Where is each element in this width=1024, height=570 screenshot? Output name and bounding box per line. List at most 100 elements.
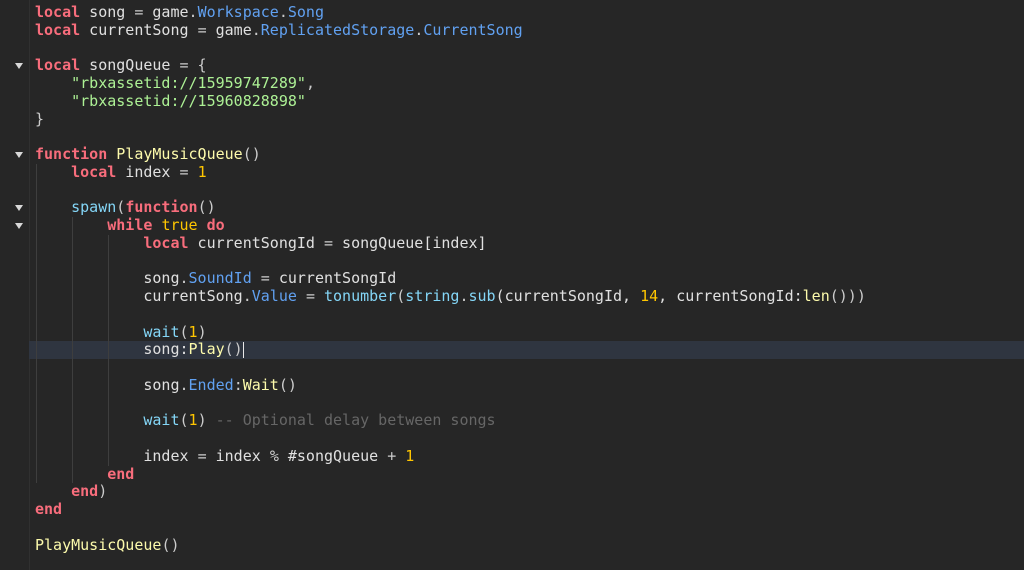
code-token: Wait [242,375,279,394]
code-line[interactable]: wait(1) -- Optional delay between songs [35,411,1024,430]
code-token: ( [179,322,189,341]
code-token: Workspace [197,3,279,21]
code-token: . [179,375,189,394]
code-token: while [107,216,153,234]
code-token: string [405,287,460,305]
indent-guide [36,163,37,484]
code-token: = [324,233,334,252]
code-token: { [188,56,207,75]
code-token: len [802,287,830,305]
code-token: sub [468,287,496,305]
code-token: () [197,198,216,217]
code-token: , currentSongId: [658,287,803,305]
code-token: . [179,269,189,288]
code-line[interactable]: end [35,465,1024,484]
code-token: game [143,3,189,21]
code-token: . [188,3,198,21]
code-line[interactable]: local song = game.Workspace.Song [35,3,1024,22]
code-token: Ended [188,375,234,394]
code-token: songQueue [80,56,180,75]
code-line[interactable]: end [35,500,1024,519]
code-line[interactable] [35,182,1024,200]
code-line[interactable]: end) [35,482,1024,501]
code-token: local [143,233,189,252]
code-line[interactable] [35,306,1024,324]
code-token: end [71,482,99,501]
code-line[interactable]: local currentSongId = songQueue[index] [35,233,1024,253]
code-line[interactable]: } [35,110,1024,129]
code-token: currentSong [35,287,243,305]
code-token: ())) [829,287,866,305]
code-token: 14 [640,287,659,305]
code-token: ( [396,287,406,305]
code-token: . [251,20,261,39]
code-line[interactable] [35,430,1024,448]
code-line[interactable] [35,128,1024,146]
fold-arrow-icon[interactable] [15,223,23,229]
code-token: local [71,162,117,181]
code-token: ) [197,411,216,430]
code-token: currentSong [80,20,198,39]
code-line[interactable] [35,40,1024,58]
code-line[interactable] [35,359,1024,377]
code-line[interactable]: index = index % #songQueue + 1 [35,446,1024,466]
code-token: (currentSongId, [495,287,641,305]
code-token: wait [143,411,180,430]
code-token: () [242,145,261,163]
code-line[interactable] [35,395,1024,413]
code-line[interactable]: song:Play() [29,340,1024,359]
code-token: Value [251,287,297,305]
code-token: ) [98,482,108,501]
code-token: wait [143,322,180,341]
code-token: local [35,56,81,75]
code-token: songQueue[index] [333,233,487,252]
code-line[interactable]: "rbxassetid://15960828898" [35,92,1024,111]
code-token: . [278,3,288,21]
code-line[interactable] [35,253,1024,271]
code-token: currentSongId [188,233,324,252]
code-token: song [80,3,135,21]
editor-gutter [0,0,30,570]
code-area[interactable]: local song = game.Workspace.Song local cu… [29,3,1024,555]
code-line[interactable]: local index = 1 [35,162,1024,182]
code-token: tonumber [324,287,397,305]
code-token: = [260,269,270,288]
code-line[interactable]: song.SoundId = currentSongId [35,269,1024,288]
code-token: index [206,446,270,465]
code-line[interactable]: currentSong.Value = tonumber(string.sub(… [35,287,1024,306]
code-token: , [305,74,315,92]
code-line[interactable]: function PlayMusicQueue() [35,145,1024,164]
code-line[interactable] [35,519,1024,537]
code-line[interactable]: wait(1) [35,322,1024,342]
code-token: game [206,20,252,39]
code-editor[interactable]: local song = game.Workspace.Song local cu… [0,0,1024,570]
fold-arrow-icon[interactable] [15,63,23,70]
fold-arrow-icon[interactable] [15,205,23,212]
code-line[interactable]: spawn(function() [35,198,1024,217]
code-line[interactable]: song.Ended:Wait() [35,375,1024,395]
code-token: () [161,535,180,554]
code-line[interactable]: local songQueue = { [35,56,1024,75]
code-line[interactable]: "rbxassetid://15959747289", [35,74,1024,93]
code-line[interactable]: PlayMusicQueue() [35,535,1024,555]
code-token: % [269,446,279,465]
code-token: () [224,340,243,359]
code-line[interactable]: while true do [35,216,1024,235]
code-line[interactable]: local currentSong = game.ReplicatedStora… [35,20,1024,40]
code-token: PlayMusicQueue [116,145,243,163]
code-token: () [278,375,297,394]
fold-arrow-icon[interactable] [15,152,23,158]
code-token: true [161,216,198,234]
code-token: song: [35,340,189,359]
code-token: #songQueue [278,446,388,465]
code-token: 1 [188,322,198,341]
